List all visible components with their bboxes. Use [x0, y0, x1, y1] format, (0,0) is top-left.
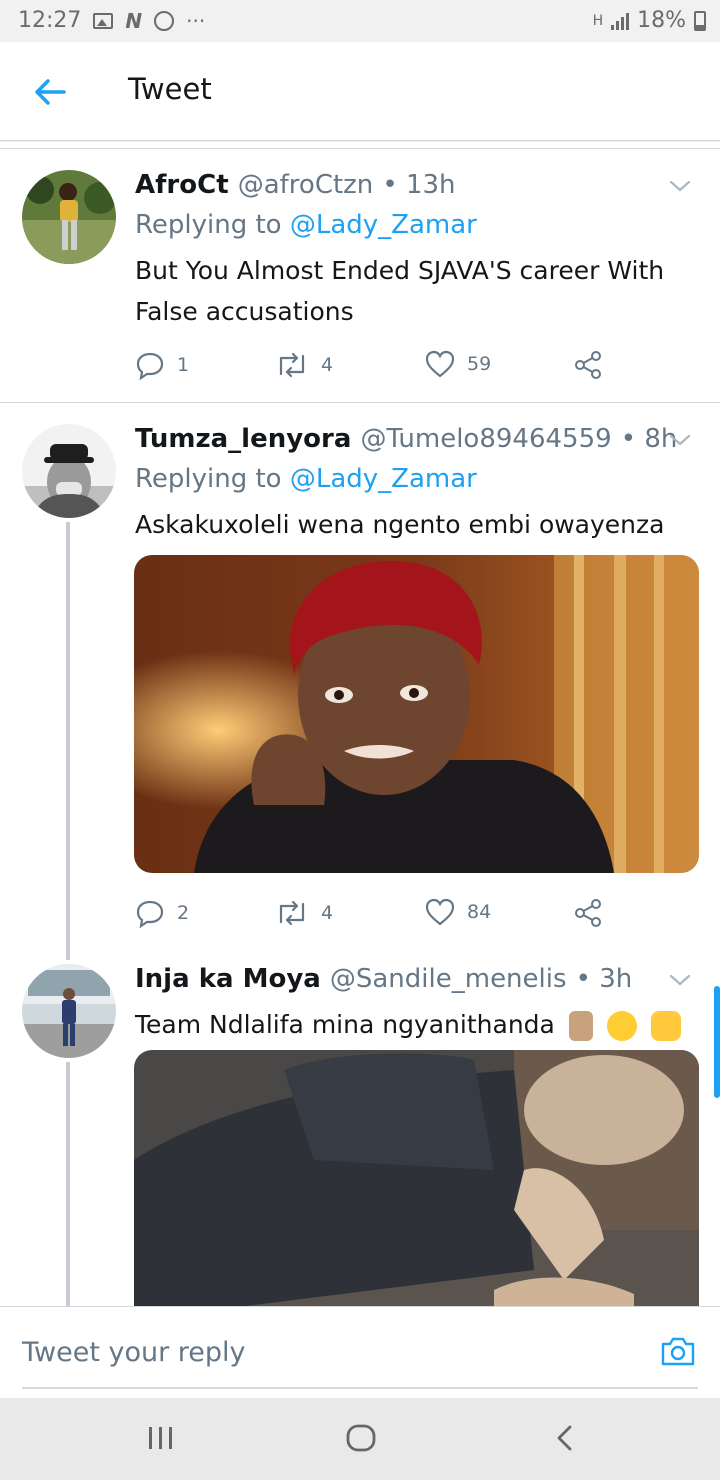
reply-icon [136, 900, 164, 928]
retweet-button[interactable]: 4 [275, 350, 333, 380]
camera-icon[interactable] [660, 1335, 696, 1367]
like-button[interactable]: 59 [425, 350, 491, 378]
more-dots-icon: ··· [186, 8, 206, 33]
replying-to: Replying to @Lady_Zamar [135, 210, 477, 240]
arrow-left-icon[interactable] [30, 72, 70, 112]
page-title: Tweet [128, 72, 212, 106]
gallery-icon [93, 12, 114, 29]
tweet-inja-ka-moya[interactable]: Inja ka Moya @Sandile_menelis • 3h Team … [0, 944, 720, 1306]
retweet-icon [279, 352, 305, 378]
divider [0, 402, 720, 403]
chevron-down-icon[interactable] [668, 174, 692, 198]
scroll-indicator[interactable] [714, 986, 720, 1098]
replying-to-handle[interactable]: @Lady_Zamar [290, 210, 477, 240]
fingers-crossed-emoji [568, 1011, 593, 1041]
chevron-down-icon[interactable] [668, 968, 692, 992]
reply-button[interactable]: 1 [135, 350, 189, 380]
reply-button[interactable]: 2 [135, 898, 189, 928]
reply-input[interactable]: Tweet your reply [22, 1337, 246, 1368]
tweet-text: But You Almost Ended SJAVA'S career With… [135, 256, 665, 326]
back-icon[interactable] [550, 1424, 580, 1452]
retweet-button[interactable]: 4 [275, 898, 333, 928]
woman-photo [134, 555, 699, 873]
heart-icon [425, 898, 455, 926]
tweet-text: Askakuxoleli wena ngento embi owayenza [135, 510, 665, 539]
avatar[interactable] [22, 170, 116, 264]
user-handle: @Sandile_menelis [329, 964, 567, 994]
tweet-image[interactable] [134, 555, 699, 873]
network-type: H [592, 12, 604, 29]
app-header: Tweet [0, 42, 720, 141]
avatar[interactable] [22, 424, 116, 518]
rolling-eyes-emoji [606, 1011, 637, 1041]
tweet-image[interactable] [134, 1050, 699, 1306]
replying-to: Replying to @Lady_Zamar [135, 464, 477, 494]
tweet-time: • 3h [575, 964, 633, 994]
system-nav-bar [0, 1398, 720, 1480]
home-icon[interactable] [346, 1424, 376, 1452]
share-button[interactable] [573, 898, 603, 928]
tweet-time: • 13h [382, 170, 456, 200]
user-handle: @afroCtzn [237, 170, 374, 200]
user-handle: @Tumelo89464559 [360, 424, 612, 454]
battery-percent: 18% [637, 8, 686, 33]
signal-icon [611, 12, 630, 30]
tweet-actions: 1 4 59 [135, 350, 605, 384]
retweet-icon [279, 900, 305, 926]
display-name[interactable]: AfroCt @afroCtzn • 13h [135, 170, 456, 200]
reply-icon [136, 352, 164, 380]
chevron-down-icon[interactable] [668, 428, 692, 452]
reply-composer: Tweet your reply [0, 1306, 720, 1399]
status-bar: 12:27 N ··· H 18% [0, 0, 720, 42]
heart-icon [425, 350, 455, 378]
n-icon: N [125, 8, 143, 33]
display-name[interactable]: Inja ka Moya @Sandile_menelis • 3h [135, 964, 632, 994]
raised-hands-emoji [650, 1011, 681, 1041]
whatsapp-icon [154, 10, 175, 31]
reply-feed: AfroCt @afroCtzn • 13h Replying to @Lady… [0, 146, 720, 1306]
share-icon [575, 351, 601, 379]
tweet-tumza[interactable]: Tumza_lenyora @Tumelo89464559 • 8h Reply… [0, 404, 720, 944]
like-button[interactable]: 84 [425, 898, 491, 926]
man-photo [134, 1050, 699, 1306]
battery-icon [694, 10, 706, 31]
tweet-text: Team Ndlalifa mina ngyanithanda [135, 1004, 700, 1045]
composer-underline [22, 1387, 698, 1389]
avatar[interactable] [22, 964, 116, 1058]
tweet-afroct[interactable]: AfroCt @afroCtzn • 13h Replying to @Lady… [0, 146, 720, 404]
status-time: 12:27 [18, 8, 82, 33]
share-icon [575, 899, 601, 927]
replying-to-handle[interactable]: @Lady_Zamar [290, 464, 477, 494]
recents-icon[interactable] [146, 1424, 176, 1452]
tweet-actions: 2 4 84 [135, 898, 605, 932]
display-name[interactable]: Tumza_lenyora @Tumelo89464559 • 8h [135, 424, 677, 454]
share-button[interactable] [573, 350, 603, 380]
